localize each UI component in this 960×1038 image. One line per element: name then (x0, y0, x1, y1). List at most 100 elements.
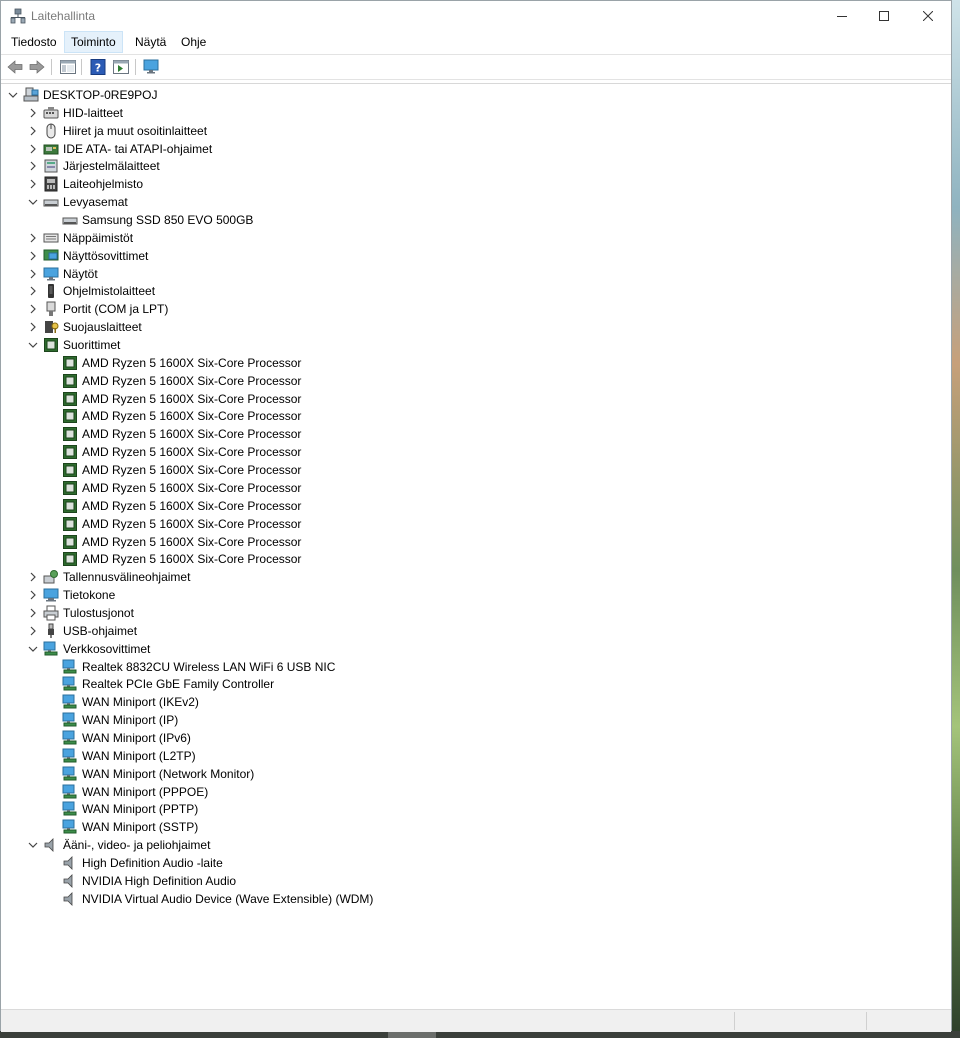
expand-toggle[interactable] (27, 604, 39, 622)
tree-device-item[interactable]: NVIDIA Virtual Audio Device (Wave Extens… (46, 890, 373, 908)
tree-device-item[interactable]: AMD Ryzen 5 1600X Six-Core Processor (46, 515, 301, 533)
processor-icon (63, 392, 77, 406)
tree-category[interactable]: Levyasemat (27, 193, 128, 211)
tree-device-item[interactable]: WAN Miniport (Network Monitor) (46, 765, 254, 783)
expand-toggle[interactable] (27, 336, 39, 354)
tree-item-label: Järjestelmälaitteet (63, 159, 160, 173)
menu-file[interactable]: Tiedosto (5, 31, 63, 53)
processor-icon (63, 427, 77, 441)
forward-button[interactable] (28, 58, 46, 76)
menu-help[interactable]: Ohje (175, 31, 212, 53)
tree-category[interactable]: Järjestelmälaitteet (27, 157, 160, 175)
tree-device-item[interactable]: AMD Ryzen 5 1600X Six-Core Processor (46, 407, 301, 425)
expand-toggle[interactable] (27, 640, 39, 658)
tree-item-label: AMD Ryzen 5 1600X Six-Core Processor (82, 499, 302, 513)
expand-toggle[interactable] (27, 586, 39, 604)
tree-device-item[interactable]: AMD Ryzen 5 1600X Six-Core Processor (46, 425, 301, 443)
taskbar-item[interactable] (388, 1031, 436, 1038)
tree-category[interactable]: Näytöt (27, 265, 98, 283)
back-button[interactable] (6, 58, 24, 76)
tree-category[interactable]: Ohjelmistolaitteet (27, 282, 155, 300)
expand-toggle[interactable] (27, 836, 39, 854)
tree-device-item[interactable]: High Definition Audio -laite (46, 854, 223, 872)
expand-toggle[interactable] (27, 175, 39, 193)
tree-category[interactable]: Tulostusjonot (27, 604, 134, 622)
tree-item-label: Suorittimet (63, 338, 121, 352)
expand-toggle[interactable] (27, 265, 39, 283)
disk-drive-icon (62, 217, 78, 225)
action-pane-button[interactable] (112, 58, 130, 76)
tree-device-item[interactable]: WAN Miniport (L2TP) (46, 747, 196, 765)
close-button[interactable] (905, 1, 951, 31)
tree-category[interactable]: Verkkosovittimet (27, 640, 150, 658)
tree-device-item[interactable]: WAN Miniport (IKEv2) (46, 693, 199, 711)
tree-category[interactable]: Näyttösovittimet (27, 247, 148, 265)
processor-icon (63, 499, 77, 513)
audio-icon (44, 838, 54, 852)
tree-category[interactable]: IDE ATA- tai ATAPI-ohjaimet (27, 140, 212, 158)
expand-toggle[interactable] (27, 193, 39, 211)
system-devices-icon (44, 159, 58, 173)
tree-category[interactable]: HID-laitteet (27, 104, 123, 122)
minimize-button[interactable] (819, 1, 865, 31)
tree-device-item[interactable]: AMD Ryzen 5 1600X Six-Core Processor (46, 479, 301, 497)
expand-toggle[interactable] (27, 300, 39, 318)
tree-item-label: AMD Ryzen 5 1600X Six-Core Processor (82, 392, 302, 406)
tree-item-label: Verkkosovittimet (63, 642, 151, 656)
tree-device-item[interactable]: NVIDIA High Definition Audio (46, 872, 236, 890)
expand-toggle[interactable] (27, 247, 39, 265)
tree-device-item[interactable]: WAN Miniport (IP) (46, 711, 178, 729)
tree-device-item[interactable]: AMD Ryzen 5 1600X Six-Core Processor (46, 461, 301, 479)
expand-toggle[interactable] (27, 622, 39, 640)
tree-category[interactable]: Suorittimet (27, 336, 120, 354)
expand-toggle[interactable] (27, 282, 39, 300)
tree-device-item[interactable]: AMD Ryzen 5 1600X Six-Core Processor (46, 372, 301, 390)
menu-action[interactable]: Toiminto (64, 31, 123, 53)
tree-device-item[interactable]: Realtek 8832CU Wireless LAN WiFi 6 USB N… (46, 658, 335, 676)
tree-device-item[interactable]: Realtek PCIe GbE Family Controller (46, 675, 274, 693)
title-bar[interactable]: Laitehallinta (1, 1, 951, 31)
expand-toggle[interactable] (7, 86, 19, 104)
expand-toggle[interactable] (27, 140, 39, 158)
expand-toggle[interactable] (27, 104, 39, 122)
tree-device-item[interactable]: AMD Ryzen 5 1600X Six-Core Processor (46, 550, 301, 568)
tree-device-item[interactable]: WAN Miniport (PPTP) (46, 800, 198, 818)
tree-item-label: AMD Ryzen 5 1600X Six-Core Processor (82, 445, 302, 459)
tree-device-item[interactable]: AMD Ryzen 5 1600X Six-Core Processor (46, 533, 301, 551)
menu-view[interactable]: Näytä (129, 31, 172, 53)
network-adapter-icon (62, 694, 77, 709)
tree-device-item[interactable]: AMD Ryzen 5 1600X Six-Core Processor (46, 497, 301, 515)
expand-toggle[interactable] (27, 122, 39, 140)
scan-hardware-button[interactable] (143, 58, 161, 76)
expand-toggle[interactable] (27, 157, 39, 175)
maximize-button[interactable] (861, 1, 907, 31)
tree-category[interactable]: Tallennusvälineohjaimet (27, 568, 190, 586)
tree-device-item[interactable]: Samsung SSD 850 EVO 500GB (46, 211, 253, 229)
usb-icon (48, 623, 54, 638)
device-tree[interactable]: DESKTOP-0RE9POJ HID-laitteet Hiiret ja muu… (1, 83, 951, 1008)
window-title: Laitehallinta (31, 9, 96, 23)
tree-category[interactable]: Portit (COM ja LPT) (27, 300, 168, 318)
tree-device-item[interactable]: AMD Ryzen 5 1600X Six-Core Processor (46, 390, 301, 408)
tree-category[interactable]: Tietokone (27, 586, 115, 604)
tree-device-item[interactable]: WAN Miniport (PPPOE) (46, 783, 208, 801)
tree-device-item[interactable]: AMD Ryzen 5 1600X Six-Core Processor (46, 354, 301, 372)
expand-toggle[interactable] (27, 568, 39, 586)
tree-category[interactable]: Suojauslaitteet (27, 318, 142, 336)
help-button[interactable]: ? (89, 58, 107, 76)
tree-device-item[interactable]: WAN Miniport (IPv6) (46, 729, 191, 747)
processor-icon (63, 374, 77, 388)
port-icon (46, 301, 56, 316)
expand-toggle[interactable] (27, 229, 39, 247)
tree-device-item[interactable]: AMD Ryzen 5 1600X Six-Core Processor (46, 443, 301, 461)
tree-item-label: Portit (COM ja LPT) (63, 302, 169, 316)
tree-root-computer[interactable]: DESKTOP-0RE9POJ (7, 86, 157, 104)
tree-category[interactable]: Näppäimistöt (27, 229, 133, 247)
tree-device-item[interactable]: WAN Miniport (SSTP) (46, 818, 198, 836)
show-hide-tree-button[interactable] (59, 58, 77, 76)
tree-category[interactable]: USB-ohjaimet (27, 622, 137, 640)
expand-toggle[interactable] (27, 318, 39, 336)
tree-category[interactable]: Hiiret ja muut osoitinlaitteet (27, 122, 207, 140)
tree-category[interactable]: Laiteohjelmisto (27, 175, 143, 193)
tree-category[interactable]: Ääni-, video- ja peliohjaimet (27, 836, 210, 854)
